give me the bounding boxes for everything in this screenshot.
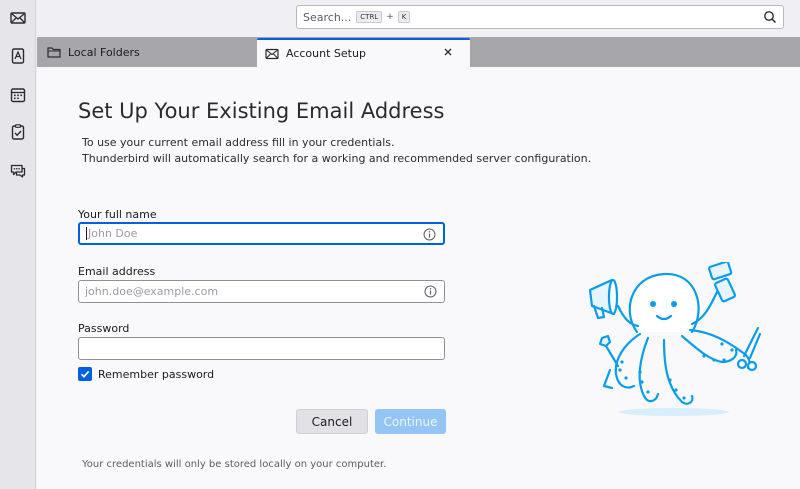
mail-icon [265,48,279,59]
tasks-space-button[interactable] [6,120,30,144]
address-book-space-button[interactable] [6,44,30,68]
folder-icon [47,47,61,58]
full-name-input[interactable]: John Doe [78,222,445,245]
shortcut-key-ctrl: CTRL [356,11,383,23]
remember-password-checkbox[interactable] [78,367,92,381]
setup-description-line1: To use your current email address fill i… [82,136,395,149]
continue-button[interactable]: Continue [375,409,446,434]
tasks-icon [11,124,25,140]
password-input[interactable] [78,337,445,360]
search-icon[interactable] [763,10,777,24]
close-icon[interactable] [441,46,455,58]
mail-space-button[interactable] [6,6,30,30]
tab-account-setup[interactable]: Account Setup [257,38,470,67]
email-input[interactable]: john.doe@example.com [78,280,445,303]
checkmark-icon [80,370,90,378]
address-book-icon [11,48,25,64]
calendar-icon [10,88,26,103]
setup-description-line2: Thunderbird will automatically search fo… [82,152,592,165]
tab-account-setup-label: Account Setup [286,47,366,60]
email-placeholder: john.doe@example.com [85,285,219,298]
shortcut-key-k: K [397,11,411,23]
remember-password-label: Remember password [98,368,215,381]
spaces-toolbar [0,0,36,489]
search-placeholder: Search... [303,10,352,24]
password-label: Password [78,322,130,335]
cancel-button[interactable]: Cancel [296,409,368,434]
info-icon[interactable] [423,228,436,241]
account-setup-page: Set Up Your Existing Email Address To us… [37,67,800,489]
info-icon[interactable] [424,285,437,298]
email-label: Email address [78,265,156,278]
calendar-space-button[interactable] [6,83,30,107]
shortcut-plus: + [386,12,394,22]
top-toolbar: Search... CTRL + K [37,0,800,37]
chat-icon [10,164,26,178]
global-search-input[interactable]: Search... CTRL + K [296,5,784,29]
chat-space-button[interactable] [6,159,30,183]
full-name-label: Your full name [78,208,157,221]
tab-bar: Local Folders Account Setup [37,37,800,67]
tab-local-folders-label: Local Folders [68,45,140,59]
full-name-placeholder: John Doe [86,227,138,240]
privacy-note: Your credentials will only be stored loc… [82,459,387,470]
mail-icon [10,12,26,24]
tab-local-folders[interactable]: Local Folders [47,37,140,67]
page-title: Set Up Your Existing Email Address [78,99,445,123]
octopus-mascot-illustration [588,262,762,416]
